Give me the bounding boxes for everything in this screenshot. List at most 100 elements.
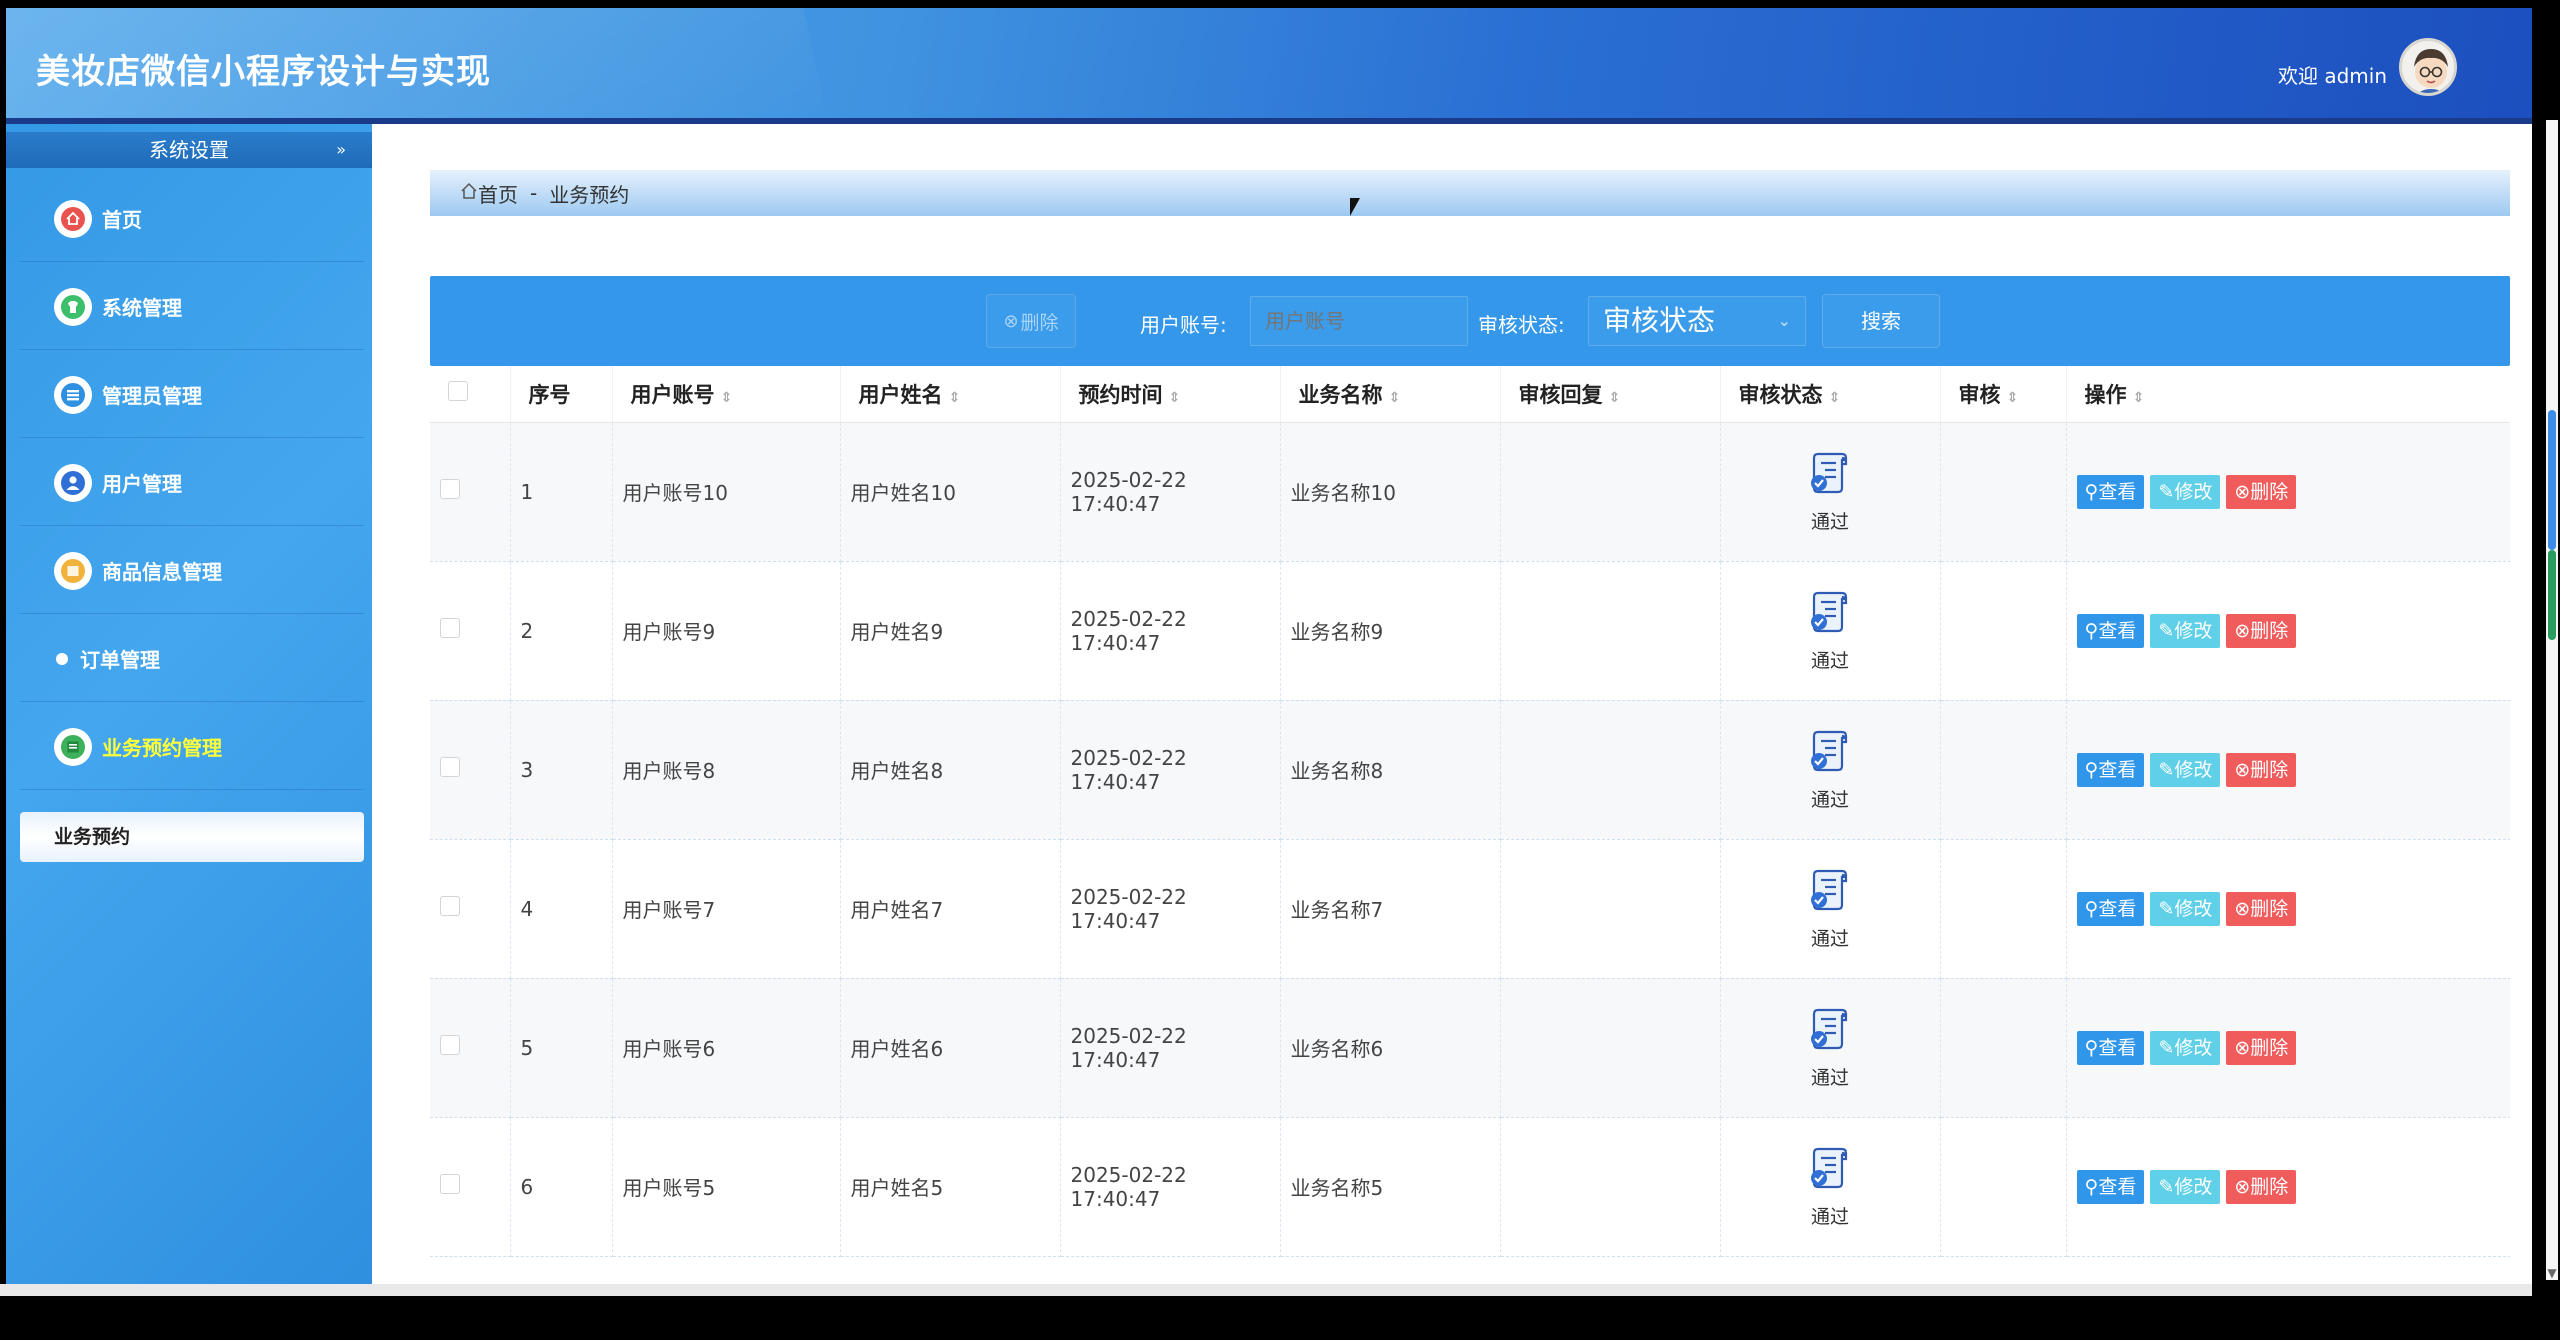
view-label: 查看 [2098,619,2137,642]
search-icon: ⚲ [2084,480,2099,503]
sidebar-item-products[interactable]: 商品信息管理 [20,528,364,614]
cell-index: 4 [510,839,613,979]
vertical-scrollbar[interactable]: ▼ [2546,120,2558,1280]
account-search-input[interactable] [1250,296,1468,346]
delete-button[interactable]: ⊗删除 [2226,1030,2297,1065]
edit-button[interactable]: ✎修改 [2150,752,2221,787]
sort-icon[interactable]: ⇕ [721,390,733,406]
column-header-sortable[interactable]: 审核状态 ⇕ [1720,366,1941,423]
search-button[interactable]: 搜索 [1822,294,1940,348]
row-checkbox[interactable] [440,1174,460,1194]
mouse-cursor-icon [1350,198,1360,216]
row-checkbox[interactable] [440,479,460,499]
edit-button[interactable]: ✎修改 [2150,474,2221,509]
edit-button[interactable]: ✎修改 [2150,613,2221,648]
sort-icon[interactable]: ⇕ [1609,390,1621,406]
dot-icon [56,652,68,665]
cell-time: 2025-02-22 17:40:47 [1060,700,1281,840]
column-header-sortable[interactable]: 预约时间 ⇕ [1060,366,1281,423]
row-checkbox[interactable] [440,1035,460,1055]
select-all-checkbox[interactable] [448,381,468,402]
batch-delete-button[interactable]: ⊗ 删除 [986,294,1076,348]
edit-button[interactable]: ✎修改 [2150,1169,2221,1204]
sort-icon[interactable]: ⇕ [2133,390,2145,406]
view-button[interactable]: ⚲查看 [2076,752,2145,787]
table-row[interactable]: 1 用户账号10 用户姓名10 2025-02-22 17:40:47 业务名称10 通过… [430,422,2510,562]
cell-status: 通过 [1720,839,1941,979]
sort-icon[interactable]: ⇕ [2007,390,2019,406]
avatar[interactable] [2399,38,2457,96]
scrollbar-thumb-secondary[interactable] [2548,550,2556,640]
select-all-header[interactable] [430,366,511,423]
cell-time: 2025-02-22 17:40:47 [1060,422,1281,562]
horizontal-scrollbar[interactable] [0,1284,2532,1296]
row-select-cell[interactable] [430,839,511,979]
sort-icon[interactable]: ⇕ [949,390,961,406]
row-select-cell[interactable] [430,1117,511,1257]
sort-icon[interactable]: ⇕ [1389,390,1401,406]
column-header-sortable[interactable]: 用户姓名 ⇕ [840,366,1061,423]
row-select-cell[interactable] [430,422,511,562]
view-button[interactable]: ⚲查看 [2076,613,2145,648]
search-bar: ⊗ 删除 用户账号: 审核状态: 审核状态 ⌄ 搜索 [430,276,2510,366]
status-text: 通过 [1810,927,1849,950]
cell-name: 用户姓名5 [840,1117,1061,1257]
search-icon: ⚲ [2084,897,2099,920]
edit-button[interactable]: ✎修改 [2150,891,2221,926]
scroll-down-arrow-icon[interactable]: ▼ [2546,1266,2558,1280]
delete-button[interactable]: ⊗删除 [2226,1169,2297,1204]
row-select-cell[interactable] [430,978,511,1118]
chevron-down-icon: ⌄ [1777,311,1791,330]
sidebar-item-admins[interactable]: 管理员管理 [20,352,364,438]
table-row[interactable]: 3 用户账号8 用户姓名8 2025-02-22 17:40:47 业务名称8 通过 ⚲查看… [430,700,2510,840]
cell-reply [1500,422,1721,562]
close-circle-icon: ⊗ [2234,619,2251,642]
sidebar-item-system[interactable]: 系统管理 [20,264,364,350]
cell-account: 用户账号9 [612,561,841,701]
sidebar-section-header[interactable]: 系统设置 » [6,132,372,168]
submenu-item-appointments[interactable]: 业务预约 [20,812,364,862]
delete-button[interactable]: ⊗删除 [2226,613,2297,648]
sidebar-item-appointments[interactable]: 业务预约管理 [20,704,364,790]
view-button[interactable]: ⚲查看 [2076,474,2145,509]
sidebar-item-label: 业务预约管理 [102,736,222,760]
breadcrumb-home[interactable]: 首页 [478,179,518,208]
table-row[interactable]: 2 用户账号9 用户姓名9 2025-02-22 17:40:47 业务名称9 通过 ⚲查看… [430,561,2510,701]
row-select-cell[interactable] [430,561,511,701]
delete-button[interactable]: ⊗删除 [2226,891,2297,926]
column-header-sortable[interactable]: 用户账号 ⇕ [612,366,841,423]
cell-status: 通过 [1720,561,1941,701]
sort-icon[interactable]: ⇕ [1169,390,1181,406]
home-icon[interactable] [460,181,478,205]
column-header-label: 预约时间 [1078,382,1163,407]
table-row[interactable]: 5 用户账号6 用户姓名6 2025-02-22 17:40:47 业务名称6 通过 ⚲查看… [430,978,2510,1118]
view-button[interactable]: ⚲查看 [2076,1030,2145,1065]
row-checkbox[interactable] [440,757,460,777]
row-checkbox[interactable] [440,896,460,916]
view-button[interactable]: ⚲查看 [2076,891,2145,926]
cell-business: 业务名称8 [1280,700,1501,840]
table-row[interactable]: 4 用户账号7 用户姓名7 2025-02-22 17:40:47 业务名称7 通过 ⚲查看… [430,839,2510,979]
sidebar-item-orders[interactable]: 订单管理 [20,616,364,702]
column-header-sortable[interactable]: 业务名称 ⇕ [1280,366,1501,423]
cell-status: 通过 [1720,700,1941,840]
edit-icon: ✎ [2158,897,2175,920]
sidebar-item-users[interactable]: 用户管理 [20,440,364,526]
delete-button[interactable]: ⊗删除 [2226,752,2297,787]
table-row[interactable]: 6 用户账号5 用户姓名5 2025-02-22 17:40:47 业务名称5 通过 ⚲查看… [430,1117,2510,1257]
status-select[interactable]: 审核状态 ⌄ [1588,296,1806,346]
scrollbar-thumb[interactable] [2548,410,2556,550]
sidebar-item-home[interactable]: 首页 [20,176,364,262]
row-select-cell[interactable] [430,700,511,840]
column-header-sortable[interactable]: 审核 ⇕ [1940,366,2067,423]
delete-button[interactable]: ⊗删除 [2226,474,2297,509]
sort-icon[interactable]: ⇕ [1829,390,1841,406]
column-header-sortable[interactable]: 审核回复 ⇕ [1500,366,1721,423]
delete-label: 删除 [2250,758,2289,781]
row-checkbox[interactable] [440,618,460,638]
edit-label: 修改 [2174,480,2213,503]
column-header-sortable[interactable]: 操作 ⇕ [2066,366,2510,423]
edit-button[interactable]: ✎修改 [2150,1030,2221,1065]
view-button[interactable]: ⚲查看 [2076,1169,2145,1204]
list-icon [54,375,92,414]
